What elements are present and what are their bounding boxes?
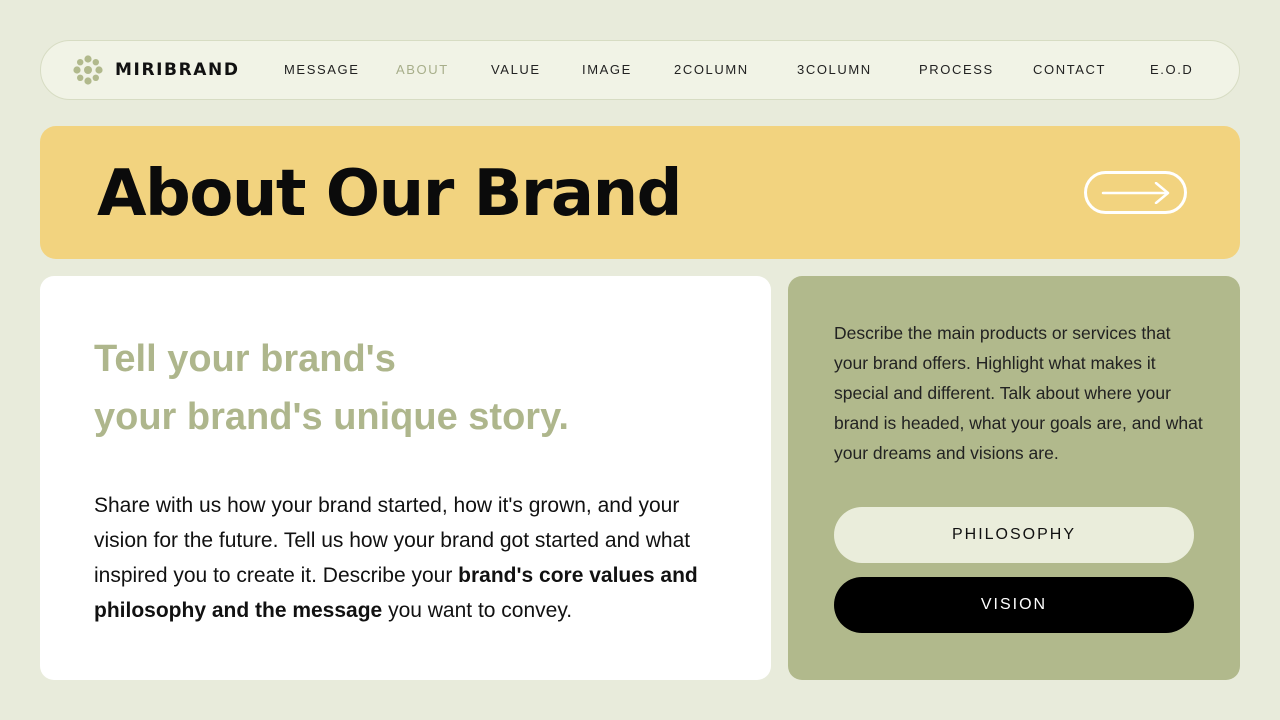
brand-name: MIRIBRAND bbox=[115, 60, 240, 80]
vision-button[interactable]: VISION bbox=[834, 577, 1194, 633]
nav-link-process[interactable]: PROCESS bbox=[919, 41, 994, 99]
story-body: Share with us how your brand started, ho… bbox=[94, 488, 734, 628]
nav-link-2column[interactable]: 2COLUMN bbox=[674, 41, 749, 99]
flower-dots-icon bbox=[73, 55, 103, 85]
page-title: About Our Brand bbox=[97, 157, 682, 231]
brand-story-card: Tell your brand's your brand's unique st… bbox=[40, 276, 771, 680]
arrow-right-icon bbox=[1101, 182, 1170, 204]
headline-line-2: your brand's unique story. bbox=[94, 396, 569, 438]
headline-line-1: Tell your brand's bbox=[94, 338, 396, 380]
story-body-end: you want to convey. bbox=[382, 599, 573, 622]
nav-link-3column[interactable]: 3COLUMN bbox=[797, 41, 872, 99]
nav-link-eod[interactable]: E.O.D bbox=[1150, 41, 1193, 99]
philosophy-button[interactable]: PHILOSOPHY bbox=[834, 507, 1194, 563]
nav-link-about[interactable]: ABOUT bbox=[396, 41, 449, 99]
nav-link-message[interactable]: MESSAGE bbox=[284, 41, 360, 99]
story-headline: Tell your brand's your brand's unique st… bbox=[94, 330, 734, 446]
brand-description: Describe the main products or services t… bbox=[834, 323, 1203, 463]
top-navigation: MIRIBRAND MESSAGE ABOUT VALUE IMAGE 2COL… bbox=[40, 40, 1240, 100]
next-arrow-button[interactable] bbox=[1084, 171, 1187, 214]
hero-banner: About Our Brand bbox=[40, 126, 1240, 259]
nav-link-contact[interactable]: CONTACT bbox=[1033, 41, 1106, 99]
nav-link-image[interactable]: IMAGE bbox=[582, 41, 632, 99]
brand-logo[interactable]: MIRIBRAND bbox=[71, 41, 240, 99]
brand-description-card: Describe the main products or services t… bbox=[788, 276, 1240, 680]
nav-link-value[interactable]: VALUE bbox=[491, 41, 541, 99]
